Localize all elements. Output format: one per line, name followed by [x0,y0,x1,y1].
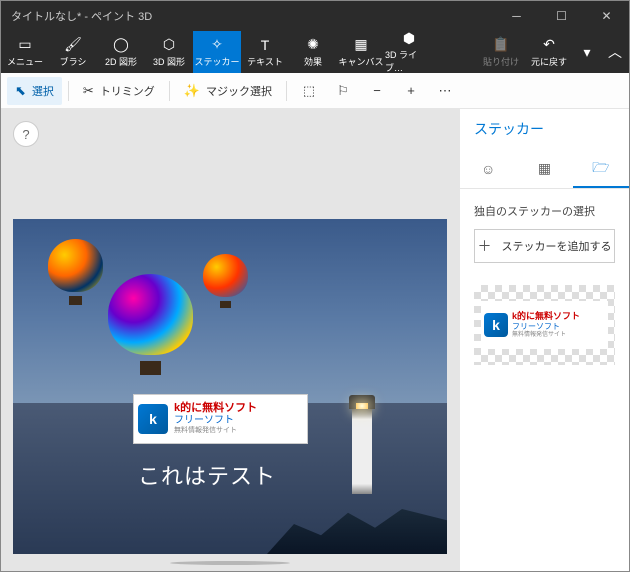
sticker-shapes-tab[interactable]: ☺ [460,151,516,188]
paste-button[interactable]: 📋 貼り付け [477,31,525,73]
undo-icon: ↶ [543,37,555,53]
cube-icon: ⬚ [303,83,315,99]
shapes3d-tab[interactable]: ⬡ 3D 図形 [145,31,193,73]
effects-tab[interactable]: ✺ 効果 [289,31,337,73]
shapes2d-tab[interactable]: ◯ 2D 図形 [97,31,145,73]
sticker-thumbnail[interactable]: k的に無料ソフト フリーソフト 無料情報発信サイト [474,285,615,365]
scroll-indicator [170,561,290,565]
crop-tool[interactable]: ✂ トリミング [75,77,163,105]
dots-icon: ⋯ [439,83,452,99]
section-title: 独自のステッカーの選択 [460,189,629,229]
maximize-button[interactable]: ☐ [539,1,584,31]
cursor-icon: ⬉ [15,83,26,99]
balloon-image [48,239,103,314]
brush-icon: 🖌 [64,37,82,53]
plus-icon: ＋ [478,236,492,256]
minus-icon: − [373,83,381,98]
more-dropdown[interactable]: ▾ [573,31,601,73]
chevron-up-icon: ︿ [608,44,622,60]
panel-title: ステッカー [460,109,629,145]
sticker-line2: フリーソフト [174,415,257,427]
side-panel: ステッカー ☺ ▦ 🗁 独自のステッカーの選択 ＋ ステッカーを追加する k的に… [459,109,629,571]
sticker-line3: 無料情報発信サイト [174,427,257,435]
plus-icon: + [407,83,415,98]
body: ? k的に無料ソフト フリーソフト 無料情報発信サイト これはテスト [1,109,629,571]
collapse-button[interactable]: ︿ [601,31,629,73]
shapes3d-icon: ⬡ [163,37,175,53]
stickers-tab[interactable]: ✧ ステッカー [193,31,241,73]
brush-tab[interactable]: 🖌 ブラシ [49,31,97,73]
placed-sticker[interactable]: k的に無料ソフト フリーソフト 無料情報発信サイト [133,394,308,444]
effects-icon: ✺ [307,37,319,53]
sticker-textures-tab[interactable]: ▦ [516,151,572,188]
select-tool[interactable]: ⬉ 選択 [7,77,62,105]
window-title: タイトルなし* - ペイント 3D [1,8,494,24]
sticker-logo-icon [138,404,168,434]
app-window: タイトルなし* - ペイント 3D ─ ☐ ✕ ▭ メニュー 🖌 ブラシ ◯ 2… [0,0,630,572]
menu-button[interactable]: ▭ メニュー [1,31,49,73]
sticker-logo-icon [484,313,508,337]
magic-icon: ✨ [184,83,200,99]
mixed-reality-button[interactable]: ⚐ [327,77,359,105]
lighthouse-image [352,409,372,494]
help-button[interactable]: ? [13,121,39,147]
canvas[interactable]: k的に無料ソフト フリーソフト 無料情報発信サイト これはテスト [13,219,447,554]
smiley-icon: ☺ [481,161,495,177]
flag-icon: ⚐ [337,83,349,99]
paste-icon: 📋 [492,37,509,53]
folder-icon: 🗁 [592,157,609,181]
titlebar: タイトルなし* - ペイント 3D ─ ☐ ✕ [1,1,629,31]
lib3d-tab[interactable]: ⬢ 3D ライブ… [385,31,433,73]
stickers-icon: ✧ [211,37,223,53]
text-icon: T [261,37,270,53]
canvas-area: ? k的に無料ソフト フリーソフト 無料情報発信サイト これはテスト [1,109,459,571]
texture-icon: ▦ [538,160,551,177]
sticker-line1: k的に無料ソフト [174,402,257,415]
zoom-in-button[interactable]: + [395,77,427,105]
sticker-tabs: ☺ ▦ 🗁 [460,151,629,189]
more-tools-button[interactable]: ⋯ [429,77,461,105]
balloon-image [108,274,193,389]
text-tab[interactable]: T テキスト [241,31,289,73]
crop-icon: ✂ [83,83,94,99]
canvas-text[interactable]: これはテスト [138,459,276,491]
magic-select-tool[interactable]: ✨ マジック選択 [176,77,280,105]
add-sticker-button[interactable]: ＋ ステッカーを追加する [474,229,615,263]
undo-button[interactable]: ↶ 元に戻す [525,31,573,73]
close-button[interactable]: ✕ [584,1,629,31]
minimize-button[interactable]: ─ [494,1,539,31]
lib3d-icon: ⬢ [403,30,415,46]
zoom-out-button[interactable]: − [361,77,393,105]
ribbon: ▭ メニュー 🖌 ブラシ ◯ 2D 図形 ⬡ 3D 図形 ✧ ステッカー T テ… [1,31,629,73]
balloon-image [203,254,248,316]
chevron-down-icon: ▾ [583,44,590,60]
canvas-tab[interactable]: ▦ キャンバス [337,31,385,73]
menu-icon: ▭ [18,37,31,53]
canvas-icon: ▦ [354,37,367,53]
view3d-button[interactable]: ⬚ [293,77,325,105]
shapes2d-icon: ◯ [113,37,129,53]
toolbar: ⬉ 選択 ✂ トリミング ✨ マジック選択 ⬚ ⚐ − + ⋯ [1,73,629,109]
sticker-custom-tab[interactable]: 🗁 [573,151,629,188]
